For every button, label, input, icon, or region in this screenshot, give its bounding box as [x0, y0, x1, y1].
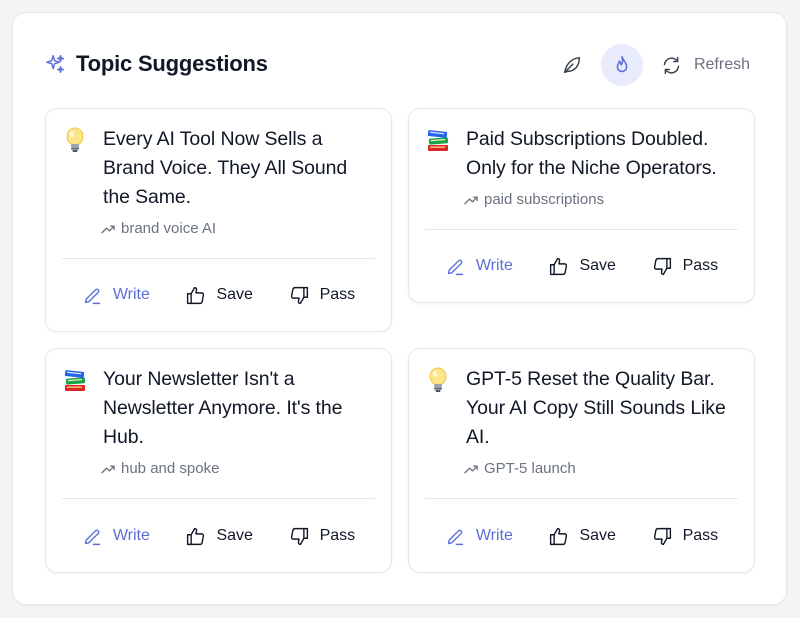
pass-button[interactable]: Pass — [652, 526, 719, 547]
save-label: Save — [579, 527, 616, 544]
pencil-icon — [82, 526, 103, 547]
flame-icon — [611, 54, 633, 76]
panel-header: Topic Suggestions Refresh — [13, 13, 786, 119]
pass-label: Pass — [319, 527, 356, 544]
topic-suggestions-panel: Topic Suggestions Refresh Every AI Tool … — [12, 12, 787, 605]
books-icon — [64, 367, 86, 395]
card-actions: Write Save Pass — [46, 500, 391, 572]
trend-keyword: brand voice AI — [101, 220, 375, 237]
page-title: Topic Suggestions — [76, 51, 268, 76]
divider — [425, 498, 738, 499]
topic-title: Every AI Tool Now Sells a Brand Voice. T… — [103, 128, 348, 208]
trend-keyword: GPT-5 launch — [464, 460, 738, 477]
trend-keyword-text: hub and spoke — [121, 460, 220, 477]
thumbs-up-icon — [548, 526, 569, 547]
card-actions: Write Save Pass — [409, 500, 754, 572]
thumbs-down-icon — [289, 285, 310, 306]
topic-title: Paid Subscriptions Doubled. Only for the… — [466, 128, 717, 179]
title-group: Topic Suggestions — [44, 51, 268, 77]
write-label: Write — [112, 286, 150, 303]
write-button[interactable]: Write — [82, 526, 150, 547]
topic-card: Your Newsletter Isn't a Newsletter Anymo… — [45, 348, 392, 573]
thumbs-down-icon — [652, 256, 673, 277]
sparkle-icon — [44, 53, 66, 75]
pass-button[interactable]: Pass — [652, 256, 719, 277]
save-button[interactable]: Save — [185, 285, 253, 306]
pencil-icon — [82, 285, 103, 306]
trending-up-icon — [101, 463, 116, 475]
thumbs-up-icon — [185, 285, 206, 306]
write-label: Write — [475, 257, 513, 274]
pass-button[interactable]: Pass — [289, 526, 356, 547]
pass-button[interactable]: Pass — [289, 285, 356, 306]
topic-title: GPT-5 Reset the Quality Bar. Your AI Cop… — [466, 368, 726, 448]
save-button[interactable]: Save — [548, 256, 616, 277]
pencil-icon — [445, 526, 466, 547]
thumbs-down-icon — [289, 526, 310, 547]
refresh-label: Refresh — [693, 56, 750, 73]
save-label: Save — [579, 257, 616, 274]
books-icon — [427, 127, 449, 155]
trend-keyword-text: paid subscriptions — [484, 191, 605, 208]
thumbs-up-icon — [548, 256, 569, 277]
refresh-icon — [661, 55, 682, 76]
trending-filter-button[interactable] — [600, 44, 643, 86]
trend-keyword-text: brand voice AI — [121, 220, 217, 237]
write-label: Write — [112, 527, 150, 544]
pencil-icon — [445, 256, 466, 277]
save-label: Save — [216, 286, 253, 303]
lightbulb-icon — [64, 127, 86, 155]
divider — [62, 498, 375, 499]
write-button[interactable]: Write — [445, 526, 513, 547]
header-actions: Refresh — [551, 44, 750, 86]
thumbs-down-icon — [652, 526, 673, 547]
trend-keyword: hub and spoke — [101, 460, 375, 477]
trend-keyword-text: GPT-5 launch — [484, 460, 576, 477]
pass-label: Pass — [319, 286, 356, 303]
topic-card: Paid Subscriptions Doubled. Only for the… — [408, 108, 755, 303]
topic-card: Every AI Tool Now Sells a Brand Voice. T… — [45, 108, 392, 332]
trending-up-icon — [101, 223, 116, 235]
write-button[interactable]: Write — [445, 256, 513, 277]
save-button[interactable]: Save — [548, 526, 616, 547]
topic-title: Your Newsletter Isn't a Newsletter Anymo… — [103, 368, 343, 448]
topic-card: GPT-5 Reset the Quality Bar. Your AI Cop… — [408, 348, 755, 573]
write-label: Write — [475, 527, 513, 544]
trend-keyword: paid subscriptions — [464, 191, 738, 208]
save-label: Save — [216, 527, 253, 544]
refresh-button[interactable]: Refresh — [651, 55, 750, 76]
evergreen-filter-button[interactable] — [551, 44, 593, 86]
save-button[interactable]: Save — [185, 526, 253, 547]
thumbs-up-icon — [185, 526, 206, 547]
card-actions: Write Save Pass — [46, 259, 391, 331]
pass-label: Pass — [682, 527, 719, 544]
lightbulb-icon — [427, 367, 449, 395]
trending-up-icon — [464, 194, 479, 206]
write-button[interactable]: Write — [82, 285, 150, 306]
trending-up-icon — [464, 463, 479, 475]
card-actions: Write Save Pass — [409, 230, 754, 302]
pass-label: Pass — [682, 257, 719, 274]
leaf-icon — [561, 54, 583, 76]
